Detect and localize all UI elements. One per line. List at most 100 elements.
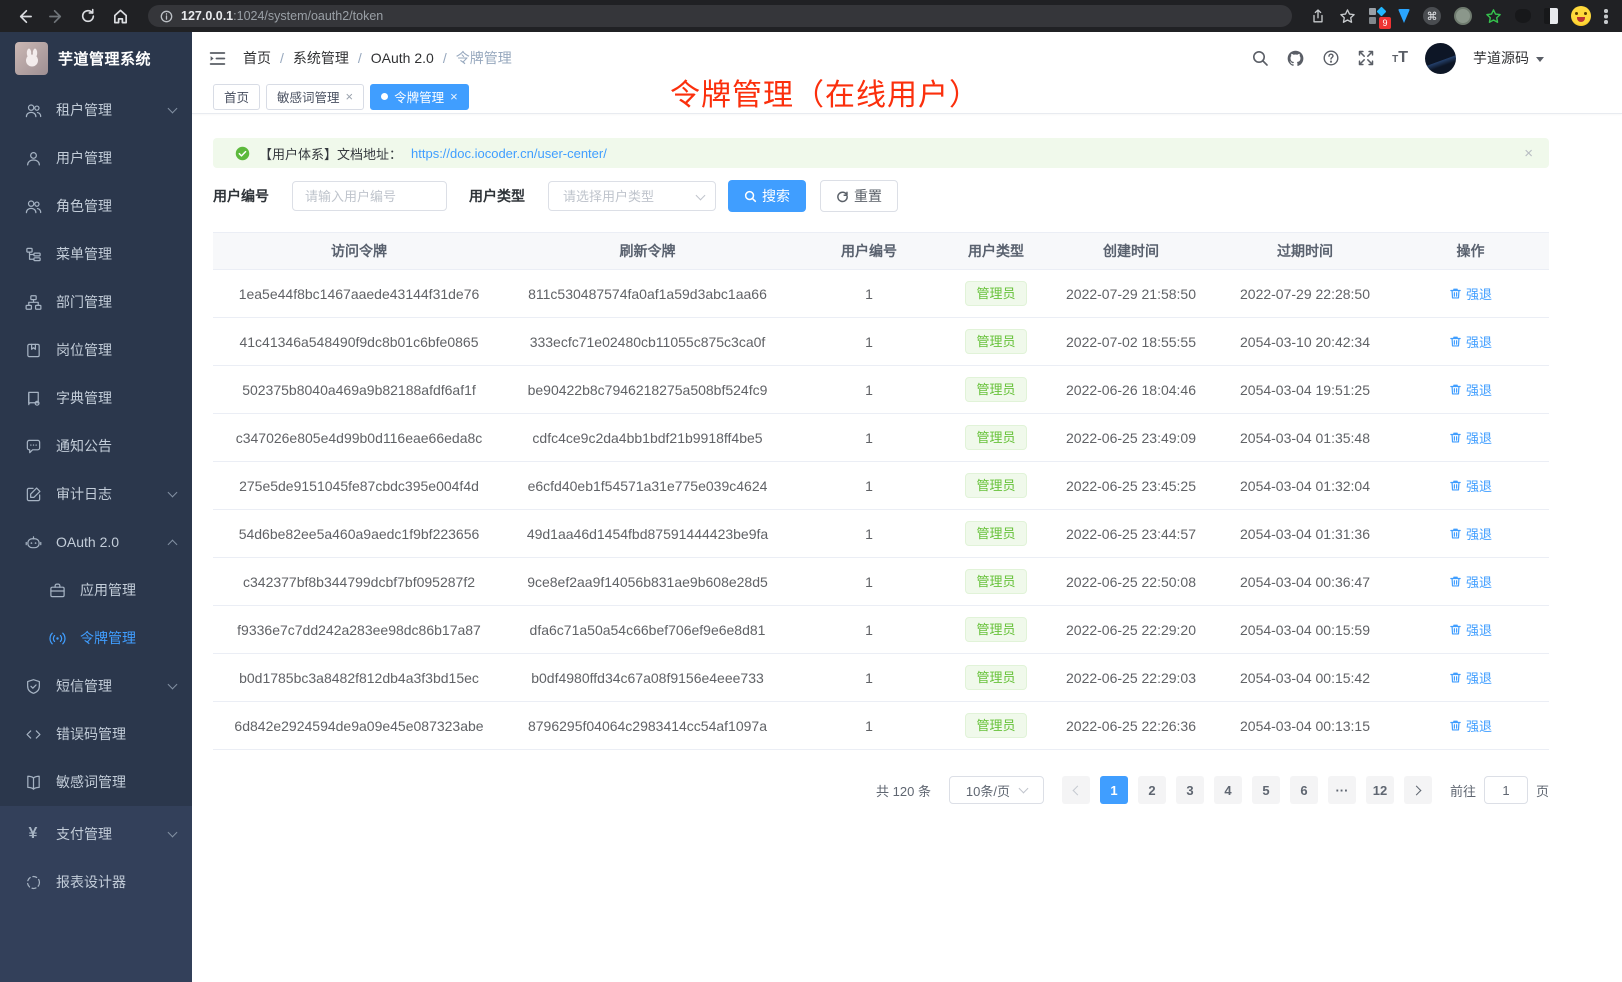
breadcrumb-oauth2[interactable]: OAuth 2.0 bbox=[371, 50, 434, 66]
sidebar-item-oauth2-token[interactable]: 令牌管理 bbox=[0, 614, 192, 662]
share-icon[interactable] bbox=[1310, 8, 1326, 24]
close-icon[interactable]: × bbox=[346, 90, 354, 103]
cell-access-token: 6d842e2924594de9a09e45e087323abe bbox=[213, 718, 505, 734]
sidebar-item-post[interactable]: 岗位管理 bbox=[0, 326, 192, 374]
sidebar-toggle-icon[interactable] bbox=[208, 49, 227, 68]
page-button[interactable]: 1 bbox=[1100, 776, 1128, 804]
sidebar-item-sensitive-word[interactable]: 敏感词管理 bbox=[0, 758, 192, 806]
tab-home[interactable]: 首页 bbox=[213, 84, 260, 110]
browser-back-icon[interactable] bbox=[10, 3, 38, 29]
force-logout-button[interactable]: 强退 bbox=[1449, 380, 1492, 399]
browser-home-icon[interactable] bbox=[106, 3, 134, 29]
cell-expire-time: 2054-03-04 01:31:36 bbox=[1218, 526, 1392, 542]
olive-extension-icon[interactable] bbox=[1454, 7, 1472, 25]
help-icon[interactable] bbox=[1322, 49, 1340, 67]
breadcrumb-system[interactable]: 系统管理 bbox=[293, 48, 349, 68]
next-page-button[interactable] bbox=[1404, 776, 1432, 804]
table-row: 275e5de9151045fe87cbdc395e004f4d e6cfd40… bbox=[213, 462, 1549, 510]
close-icon[interactable]: × bbox=[1524, 146, 1533, 161]
sidebar-item-report-designer[interactable]: 报表设计器 bbox=[0, 858, 192, 906]
tab-sensitive-word[interactable]: 敏感词管理 × bbox=[266, 84, 364, 110]
force-logout-button[interactable]: 强退 bbox=[1449, 668, 1492, 687]
sidebar-item-menu[interactable]: 菜单管理 bbox=[0, 230, 192, 278]
breadcrumb: 首页 / 系统管理 / OAuth 2.0 / 令牌管理 bbox=[243, 48, 512, 68]
page-button[interactable]: 2 bbox=[1138, 776, 1166, 804]
app-logo[interactable]: 芋道管理系统 bbox=[0, 32, 192, 84]
sidebar-item-dept[interactable]: 部门管理 bbox=[0, 278, 192, 326]
robot-icon bbox=[24, 533, 42, 551]
reset-button[interactable]: 重置 bbox=[820, 180, 898, 212]
search-icon bbox=[744, 190, 757, 203]
sidebar-item-oauth2[interactable]: OAuth 2.0 bbox=[0, 518, 192, 566]
active-tab-dot bbox=[381, 93, 388, 100]
url-text: 127.0.0.1:1024/system/oauth2/token bbox=[181, 9, 383, 23]
force-logout-button[interactable]: 强退 bbox=[1449, 428, 1492, 447]
browser-forward-icon[interactable] bbox=[42, 3, 70, 29]
cell-user-id: 1 bbox=[790, 478, 948, 494]
cell-user-id: 1 bbox=[790, 286, 948, 302]
table-row: 502375b8040a469a9b82188afdf6af1f be90422… bbox=[213, 366, 1549, 414]
force-logout-button[interactable]: 强退 bbox=[1449, 476, 1492, 495]
user-id-input[interactable] bbox=[292, 181, 447, 211]
force-logout-button[interactable]: 强退 bbox=[1449, 572, 1492, 591]
force-logout-button[interactable]: 强退 bbox=[1449, 620, 1492, 639]
user-avatar[interactable] bbox=[1425, 43, 1456, 74]
prev-page-button[interactable] bbox=[1062, 776, 1090, 804]
sidebar-item-user[interactable]: 用户管理 bbox=[0, 134, 192, 182]
sidebar-item-audit-log[interactable]: 审计日志 bbox=[0, 470, 192, 518]
force-logout-button[interactable]: 强退 bbox=[1449, 284, 1492, 303]
paw-extension-icon[interactable] bbox=[1515, 9, 1531, 23]
sidebar-item-error-code[interactable]: 错误码管理 bbox=[0, 710, 192, 758]
user-type-select[interactable] bbox=[548, 181, 716, 211]
address-bar[interactable]: 127.0.0.1:1024/system/oauth2/token bbox=[148, 5, 1292, 27]
browser-menu-icon[interactable] bbox=[1604, 8, 1608, 24]
sidebar-item-tenant[interactable]: 租户管理 bbox=[0, 86, 192, 134]
sidebar-item-oauth2-app[interactable]: 应用管理 bbox=[0, 566, 192, 614]
reader-extension-icon[interactable] bbox=[1544, 8, 1558, 24]
chevron-down-icon bbox=[168, 827, 178, 837]
close-icon[interactable]: × bbox=[450, 90, 458, 103]
force-logout-button[interactable]: 强退 bbox=[1449, 332, 1492, 351]
sidebar-item-notice[interactable]: 通知公告 bbox=[0, 422, 192, 470]
sidebar-item-dict[interactable]: 字典管理 bbox=[0, 374, 192, 422]
search-button[interactable]: 搜索 bbox=[728, 180, 806, 212]
sidebar-item-pay[interactable]: ¥ 支付管理 bbox=[0, 810, 192, 858]
profile-avatar-icon[interactable] bbox=[1571, 6, 1591, 26]
github-icon[interactable] bbox=[1286, 49, 1305, 68]
goto-page-input[interactable] bbox=[1484, 776, 1528, 804]
chevron-up-icon bbox=[168, 539, 178, 549]
command-extension-icon[interactable]: ⌘ bbox=[1423, 7, 1441, 25]
font-size-icon[interactable]: TT bbox=[1392, 50, 1408, 66]
user-menu[interactable]: 芋道源码 bbox=[1473, 48, 1544, 68]
force-logout-button[interactable]: 强退 bbox=[1449, 716, 1492, 735]
page-button[interactable]: 12 bbox=[1366, 776, 1394, 804]
fullscreen-icon[interactable] bbox=[1357, 49, 1375, 67]
cell-access-token: 502375b8040a469a9b82188afdf6af1f bbox=[213, 382, 505, 398]
header-create-time: 创建时间 bbox=[1044, 241, 1218, 261]
browser-reload-icon[interactable] bbox=[74, 3, 102, 29]
user-type-select-input[interactable] bbox=[561, 188, 689, 205]
alert-doc-link[interactable]: https://doc.iocoder.cn/user-center/ bbox=[411, 146, 607, 161]
page-button[interactable]: 3 bbox=[1176, 776, 1204, 804]
search-icon[interactable] bbox=[1251, 49, 1269, 67]
breadcrumb-home[interactable]: 首页 bbox=[243, 48, 271, 68]
logo-rabbit-icon bbox=[15, 42, 48, 75]
page-button[interactable]: ··· bbox=[1328, 776, 1356, 804]
bookmark-star-icon[interactable] bbox=[1339, 8, 1356, 25]
page-size-select[interactable]: 10条/页 bbox=[949, 776, 1044, 804]
extensions-icon[interactable]: 9 bbox=[1369, 8, 1385, 24]
green-star-extension-icon[interactable] bbox=[1485, 8, 1502, 25]
page-button[interactable]: 4 bbox=[1214, 776, 1242, 804]
page-button[interactable]: 6 bbox=[1290, 776, 1318, 804]
tab-token[interactable]: 令牌管理 × bbox=[370, 84, 469, 110]
page-button[interactable]: 5 bbox=[1252, 776, 1280, 804]
sidebar-item-role[interactable]: 角色管理 bbox=[0, 182, 192, 230]
force-logout-button[interactable]: 强退 bbox=[1449, 524, 1492, 543]
cell-user-type: 管理员 bbox=[948, 473, 1044, 498]
user-type-badge: 管理员 bbox=[965, 329, 1026, 354]
page-info-icon[interactable] bbox=[160, 10, 173, 23]
sidebar-item-sms[interactable]: 短信管理 bbox=[0, 662, 192, 710]
drop-extension-icon[interactable] bbox=[1398, 9, 1410, 23]
user-type-badge: 管理员 bbox=[965, 377, 1026, 402]
cell-create-time: 2022-06-25 22:29:20 bbox=[1044, 622, 1218, 638]
